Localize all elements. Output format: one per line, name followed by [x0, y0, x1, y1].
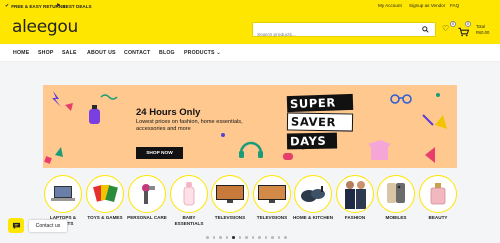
- nav-blog[interactable]: BLOG: [159, 50, 175, 56]
- category-baby-essentials[interactable]: BABY ESSENTIALS: [168, 175, 210, 226]
- carousel-dot[interactable]: [264, 236, 267, 239]
- category-laptops-tablets[interactable]: LAPTOPS & TABLETS: [42, 175, 84, 226]
- laptop-icon: [44, 175, 82, 213]
- carousel-dot[interactable]: [238, 236, 241, 239]
- cookware-icon: [294, 175, 332, 213]
- category-label: TOYS & GAMES: [87, 215, 123, 220]
- carousel-dot[interactable]: [245, 236, 248, 239]
- category-personal-care[interactable]: PERSONAL CARE: [126, 175, 168, 221]
- category-mobiles[interactable]: MOBILES: [375, 175, 417, 221]
- search-box: [252, 22, 436, 42]
- category-label: BEAUTY: [428, 215, 448, 220]
- banner-title: 24 Hours Only: [136, 107, 201, 118]
- sunglasses-icon: [390, 94, 400, 104]
- lightning-icon: [52, 91, 61, 107]
- category-home-kitchen[interactable]: HOME & KITCHEN: [292, 175, 334, 221]
- saver-line-saver: SAVER: [286, 112, 354, 132]
- super-saver-days-badge: SUPER SAVER DAYS: [286, 93, 357, 151]
- nav-sale[interactable]: SALE: [62, 50, 77, 56]
- category-label: TELEVISIONS: [256, 215, 288, 220]
- tv-icon: [211, 175, 249, 213]
- headphones-icon: [239, 141, 263, 154]
- saver-line-super: SUPER: [286, 93, 354, 113]
- carousel-dot[interactable]: [284, 236, 287, 239]
- nav-products[interactable]: PRODUCTS ⌄: [184, 50, 221, 56]
- category-strip: LAPTOPS & TABLETS TOYS & GAMES PERSONAL …: [0, 175, 500, 235]
- cart-total[interactable]: Total Rs0.00: [476, 24, 489, 35]
- perfume-bottle-icon: [89, 109, 100, 124]
- category-toys-games[interactable]: TOYS & GAMES: [84, 175, 126, 221]
- nav-home[interactable]: HOME: [13, 50, 29, 56]
- tv-icon: [253, 175, 291, 213]
- saver-line-days: DAYS: [286, 132, 338, 150]
- category-televisions[interactable]: TELEVISIONS: [209, 175, 251, 221]
- category-fashion[interactable]: FASHION: [334, 175, 376, 221]
- carousel-dot[interactable]: [219, 236, 222, 239]
- carousel-dot[interactable]: [258, 236, 261, 239]
- carousel-dot[interactable]: [232, 236, 235, 239]
- carousel-dot[interactable]: [277, 236, 280, 239]
- chevron-down-icon: ⌄: [216, 50, 221, 56]
- cart-icon: [458, 27, 470, 37]
- carousel-dot[interactable]: [271, 236, 274, 239]
- category-label: PERSONAL CARE: [127, 215, 167, 220]
- category-label: TELEVISIONS: [214, 215, 246, 220]
- perfume-icon: [419, 175, 457, 213]
- promo-deals: ⚑ BEST DEALS: [56, 3, 92, 9]
- category-label: BABY ESSENTIALS: [174, 215, 204, 226]
- carousel-dots: [206, 236, 287, 239]
- chat-bubble-icon: [12, 222, 20, 229]
- baby-clothes-icon: [371, 140, 388, 160]
- main-nav: HOME SHOP SALE ABOUT US CONTACT BLOG PRO…: [0, 44, 500, 62]
- carousel-dot[interactable]: [251, 236, 254, 239]
- gamepad-icon: [283, 153, 293, 160]
- faq-link[interactable]: FAQ: [450, 3, 459, 8]
- wishlist-count-badge: 0: [450, 21, 456, 27]
- nav-shop[interactable]: SHOP: [38, 50, 54, 56]
- site-logo[interactable]: aleegou: [12, 17, 78, 37]
- banner-subtitle: Lowest prices on fashion, home essential…: [136, 119, 243, 132]
- category-televisions-2[interactable]: TELEVISIONS: [251, 175, 293, 221]
- nav-products-label: PRODUCTS: [184, 50, 215, 56]
- promo-banner[interactable]: 24 Hours Only Lowest prices on fashion, …: [43, 85, 457, 168]
- category-label: MOBILES: [385, 215, 407, 220]
- shop-now-button[interactable]: SHOP NOW: [136, 147, 183, 159]
- signup-vendor-link[interactable]: Signup as Vendor: [409, 3, 445, 8]
- category-label: FASHION: [344, 215, 366, 220]
- search-icon: [421, 26, 429, 33]
- category-beauty[interactable]: BEAUTY: [417, 175, 459, 221]
- my-account-link[interactable]: My Account: [378, 3, 402, 8]
- search-button[interactable]: [415, 23, 435, 36]
- carousel-dot[interactable]: [206, 236, 209, 239]
- carousel-dot[interactable]: [225, 236, 228, 239]
- bottle-icon: [170, 175, 208, 213]
- phone-icon: [377, 175, 415, 213]
- cards-icon: [86, 175, 124, 213]
- top-bar: ✔ FREE & EASY RETURNS ⚑ BEST DEALS My Ac…: [0, 0, 500, 44]
- flag-icon: ⚑: [56, 3, 61, 9]
- nav-contact[interactable]: CONTACT: [124, 50, 150, 56]
- check-icon: ✔: [5, 3, 10, 9]
- squiggle-shape: [100, 94, 118, 100]
- nav-about-us[interactable]: ABOUT US: [87, 50, 116, 56]
- contact-us-tooltip[interactable]: Contact us: [29, 220, 67, 232]
- cart-count-badge: 0: [465, 21, 471, 27]
- people-icon: [336, 175, 374, 213]
- hairdryer-icon: [128, 175, 166, 213]
- search-input[interactable]: [253, 29, 413, 42]
- category-label: HOME & KITCHEN: [292, 215, 334, 220]
- wishlist-heart-icon[interactable]: ♡: [442, 24, 449, 33]
- promo-deals-text: BEST DEALS: [62, 3, 92, 9]
- carousel-dot[interactable]: [212, 236, 215, 239]
- triangle-shape: [65, 103, 73, 111]
- total-value: Rs0.00: [476, 29, 490, 35]
- chat-button[interactable]: [8, 218, 24, 233]
